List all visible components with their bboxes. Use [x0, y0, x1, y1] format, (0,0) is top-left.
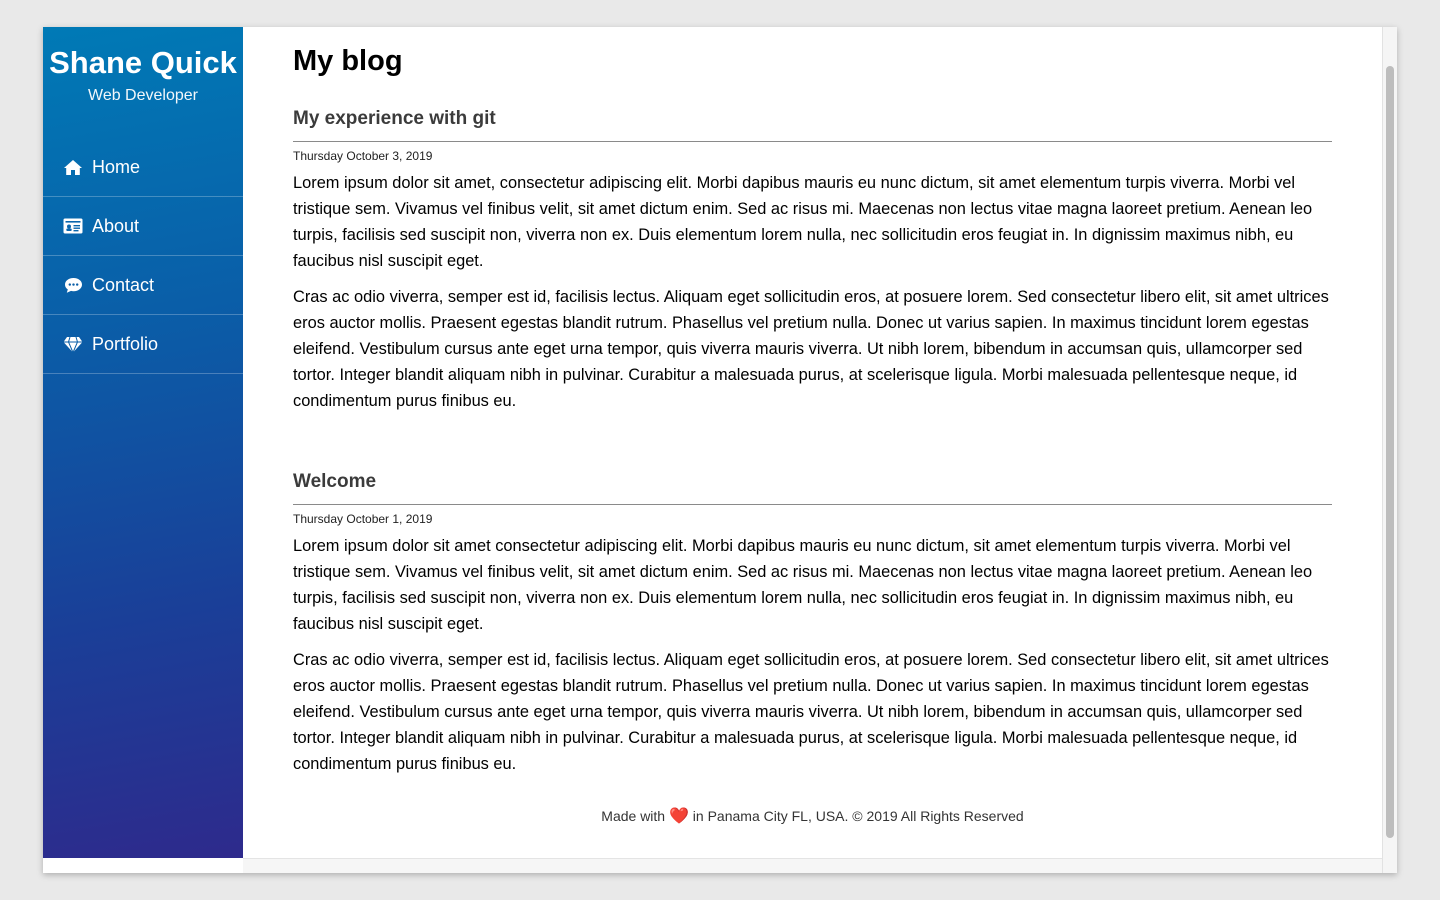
brand-name[interactable]: Shane Quick — [43, 44, 243, 82]
browser-viewport: Shane Quick Web Developer Home About Con… — [43, 27, 1397, 873]
sidebar-item-label: Portfolio — [92, 333, 159, 354]
post-body: Lorem ipsum dolor sit amet, consectetur … — [293, 170, 1332, 414]
footer-made-with: Made with — [601, 808, 666, 824]
vertical-scrollbar[interactable] — [1382, 27, 1397, 873]
post-date: Thursday October 3, 2019 — [293, 149, 433, 163]
post-title[interactable]: Welcome — [293, 470, 1332, 505]
sidebar-item-label: Home — [92, 156, 141, 177]
home-icon — [63, 158, 83, 176]
horizontal-scroll-area — [243, 858, 1382, 873]
page-footer: Made with ❤️ in Panama City FL, USA. © 2… — [243, 806, 1382, 826]
sidebar-nav: Home About Contact Portfolio — [43, 138, 243, 374]
blog-content: My blog My experience with git Thursday … — [293, 27, 1332, 773]
sidebar-item-home[interactable]: Home — [43, 138, 243, 197]
post-paragraph: Cras ac odio viverra, semper est id, fac… — [293, 651, 1329, 773]
sidebar-item-label: Contact — [92, 274, 155, 295]
post-paragraph: Cras ac odio viverra, semper est id, fac… — [293, 288, 1329, 410]
footer-credits: in Panama City FL, USA. © 2019 All Right… — [692, 808, 1024, 824]
post-date: Thursday October 1, 2019 — [293, 512, 433, 526]
sidebar-item-label: About — [92, 215, 140, 236]
brand: Shane Quick Web Developer — [43, 27, 243, 138]
post-paragraph: Lorem ipsum dolor sit amet consectetur a… — [293, 537, 1313, 633]
id-card-icon — [63, 217, 83, 235]
sidebar-item-contact[interactable]: Contact — [43, 256, 243, 315]
sidebar-item-about[interactable]: About — [43, 197, 243, 256]
chat-bubble-icon — [63, 276, 83, 294]
sidebar: Shane Quick Web Developer Home About Con… — [43, 27, 243, 858]
diamond-icon — [63, 335, 83, 353]
post-paragraph: Lorem ipsum dolor sit amet, consectetur … — [293, 174, 1313, 270]
blog-post: My experience with git Thursday October … — [293, 107, 1332, 424]
post-body: Lorem ipsum dolor sit amet consectetur a… — [293, 533, 1332, 777]
main-content: My blog My experience with git Thursday … — [243, 27, 1382, 858]
brand-role: Web Developer — [88, 87, 198, 104]
post-title[interactable]: My experience with git — [293, 107, 1332, 142]
blog-post: Welcome Thursday October 1, 2019 Lorem i… — [293, 470, 1332, 787]
sidebar-item-portfolio[interactable]: Portfolio — [43, 315, 243, 374]
page-title: My blog — [293, 45, 403, 77]
heart-icon: ❤️ — [668, 808, 689, 825]
scrollbar-thumb[interactable] — [1386, 66, 1394, 838]
